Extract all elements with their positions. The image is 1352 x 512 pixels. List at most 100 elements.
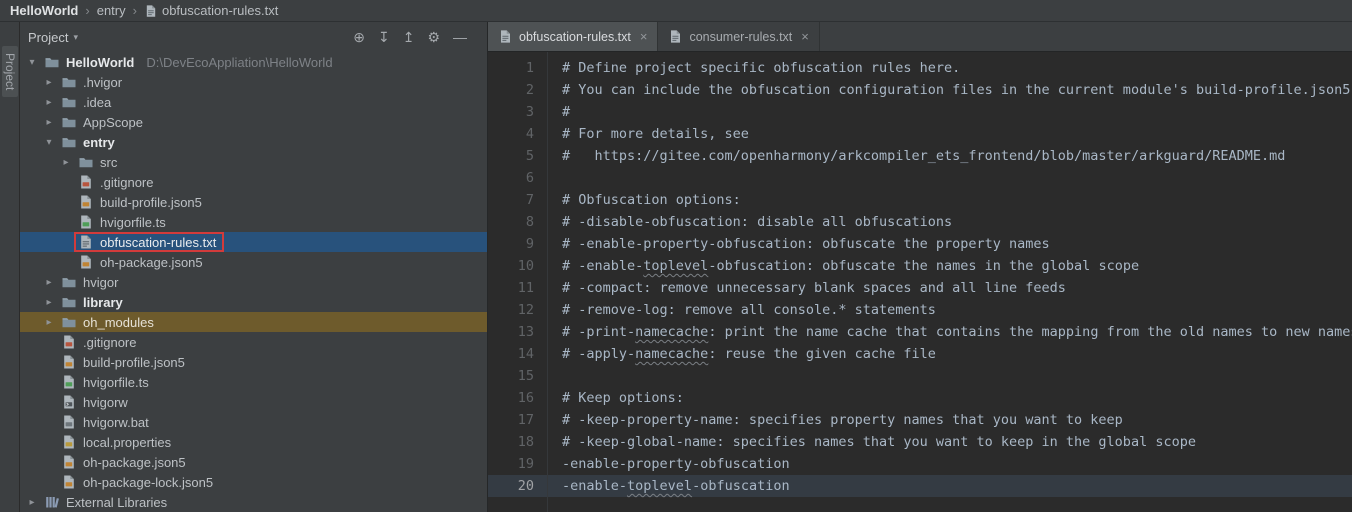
project-panel-header: Project ▾ ⊕ ↧ ↥ ⚙ — <box>20 22 487 52</box>
line-text: -enable-toplevel-obfuscation <box>548 475 790 497</box>
json-file-icon <box>61 454 77 470</box>
tree-item-idea[interactable]: ▸.idea <box>20 92 487 112</box>
tree-item-gitignore[interactable]: .gitignore <box>20 172 487 192</box>
tree-item-oh-package-json5[interactable]: oh-package.json5 <box>20 252 487 272</box>
line-number: 5 <box>488 145 548 167</box>
tree-item-hvigorfile-ts[interactable]: hvigorfile.ts <box>20 212 487 232</box>
tree-item-label: oh-package.json5 <box>100 255 203 270</box>
line-number: 12 <box>488 299 548 321</box>
breadcrumb-separator: › <box>133 3 137 18</box>
folder-icon <box>61 314 77 330</box>
chevron-collapsed-icon[interactable]: ▸ <box>58 157 74 168</box>
breadcrumb-item-entry[interactable]: entry <box>97 3 126 18</box>
properties-file-icon <box>61 434 77 450</box>
code-line-14: 14# -apply-namecache: reuse the given ca… <box>488 343 1352 365</box>
tree-item-label: hvigorfile.ts <box>83 375 149 390</box>
chevron-collapsed-icon[interactable]: ▸ <box>41 97 57 108</box>
tree-item-build-profile-json5[interactable]: build-profile.json5 <box>20 192 487 212</box>
tree-item-oh-package-json5[interactable]: oh-package.json5 <box>20 452 487 472</box>
tree-row-content: oh_modules <box>57 312 158 332</box>
editor-tab-obfuscation-rules-txt[interactable]: obfuscation-rules.txt× <box>488 22 658 51</box>
tree-item-src[interactable]: ▸src <box>20 152 487 172</box>
tree-item-label: obfuscation-rules.txt <box>100 235 216 250</box>
folder-icon <box>61 94 77 110</box>
code-line-17: 17# -keep-property-name: specifies prope… <box>488 409 1352 431</box>
shell-file-icon <box>61 394 77 410</box>
tree-item-label: build-profile.json5 <box>83 355 185 370</box>
code-line-19: 19-enable-property-obfuscation <box>488 453 1352 475</box>
line-number: 9 <box>488 233 548 255</box>
tree-item-hvigorfile-ts[interactable]: hvigorfile.ts <box>20 372 487 392</box>
tree-row-content: hvigor <box>57 272 122 292</box>
line-text: # -enable-toplevel-obfuscation: obfuscat… <box>548 255 1139 277</box>
line-number: 16 <box>488 387 548 409</box>
tree-row-content: hvigorfile.ts <box>74 212 170 232</box>
main-area: Project Project ▾ ⊕↧↥⚙— ▾HelloWorldD:\De… <box>0 22 1352 512</box>
line-text: # For more details, see <box>548 123 749 145</box>
chevron-collapsed-icon[interactable]: ▸ <box>24 497 40 508</box>
line-number: 1 <box>488 57 548 79</box>
line-number: 11 <box>488 277 548 299</box>
tree-item-label: oh-package-lock.json5 <box>83 475 213 490</box>
folder-icon <box>61 274 77 290</box>
chevron-collapsed-icon[interactable]: ▸ <box>41 117 57 128</box>
tree-row-content: AppScope <box>57 112 147 132</box>
tree-item-label: build-profile.json5 <box>100 195 202 210</box>
chevron-collapsed-icon[interactable]: ▸ <box>41 317 57 328</box>
tree-row-content: .gitignore <box>74 172 157 192</box>
tree-item-entry[interactable]: ▾entry <box>20 132 487 152</box>
editor-tab-consumer-rules-txt[interactable]: consumer-rules.txt × <box>658 22 819 51</box>
tree-item-hvigorw-bat[interactable]: hvigorw.bat <box>20 412 487 432</box>
tree-row-content: HelloWorldD:\DevEcoAppliation\HelloWorld <box>40 52 337 72</box>
code-content: 1# Define project specific obfuscation r… <box>488 57 1352 497</box>
chevron-expanded-icon[interactable]: ▾ <box>41 137 57 148</box>
tree-item-external-libraries[interactable]: ▸External Libraries <box>20 492 487 512</box>
gitignore-file-icon <box>61 334 77 350</box>
tree-item-local-properties[interactable]: local.properties <box>20 432 487 452</box>
tree-item-library[interactable]: ▸library <box>20 292 487 312</box>
tab-close-icon[interactable]: × <box>801 29 809 44</box>
tree-row-content: External Libraries <box>40 492 171 512</box>
settings-icon[interactable]: ⚙ <box>427 30 440 44</box>
tree-item-helloworld[interactable]: ▾HelloWorldD:\DevEcoAppliation\HelloWorl… <box>20 52 487 72</box>
tree-item-obfuscation-rules-txt[interactable]: obfuscation-rules.txt <box>20 232 487 252</box>
code-line-8: 8# -disable-obfuscation: disable all obf… <box>488 211 1352 233</box>
breadcrumb: HelloWorld›entry›obfuscation-rules.txt <box>0 0 1352 22</box>
tab-label: consumer-rules.txt <box>689 30 792 44</box>
project-stripe-button[interactable]: Project <box>2 46 18 97</box>
breadcrumb-item-helloworld[interactable]: HelloWorld <box>10 3 78 18</box>
tree-item-build-profile-json5[interactable]: build-profile.json5 <box>20 352 487 372</box>
chevron-expanded-icon[interactable]: ▾ <box>24 57 40 68</box>
tree-item-hvigor[interactable]: ▸.hvigor <box>20 72 487 92</box>
chevron-collapsed-icon[interactable]: ▸ <box>41 77 57 88</box>
project-view-selector[interactable]: Project ▾ <box>28 30 78 45</box>
line-number: 15 <box>488 365 548 387</box>
gitignore-file-icon <box>78 174 94 190</box>
folder-icon <box>61 74 77 90</box>
chevron-collapsed-icon[interactable]: ▸ <box>41 277 57 288</box>
tree-item-oh-package-lock-json5[interactable]: oh-package-lock.json5 <box>20 472 487 492</box>
code-line-4: 4# For more details, see <box>488 123 1352 145</box>
breadcrumb-item-obfuscation-rules-txt[interactable]: obfuscation-rules.txt <box>144 3 278 18</box>
chevron-collapsed-icon[interactable]: ▸ <box>41 297 57 308</box>
text-file-icon <box>668 29 683 44</box>
tree-item-hvigor[interactable]: ▸hvigor <box>20 272 487 292</box>
code-line-12: 12# -remove-log: remove all console.* st… <box>488 299 1352 321</box>
line-number: 13 <box>488 321 548 343</box>
tree-row-content: entry <box>57 132 119 152</box>
tree-item-gitignore[interactable]: .gitignore <box>20 332 487 352</box>
line-text: # You can include the obfuscation config… <box>548 79 1352 101</box>
locate-file-icon[interactable]: ⊕ <box>353 30 365 44</box>
expand-all-icon[interactable]: ↧ <box>378 30 390 44</box>
line-text <box>548 167 562 189</box>
collapse-all-icon[interactable]: ↥ <box>403 30 415 44</box>
tab-close-icon[interactable]: × <box>640 29 648 44</box>
tree-item-appscope[interactable]: ▸AppScope <box>20 112 487 132</box>
tree-item-oh-modules[interactable]: ▸oh_modules <box>20 312 487 332</box>
editor[interactable]: 1# Define project specific obfuscation r… <box>488 52 1352 512</box>
hide-panel-icon[interactable]: — <box>453 30 467 44</box>
line-text: # Obfuscation options: <box>548 189 741 211</box>
tree-item-hvigorw[interactable]: hvigorw <box>20 392 487 412</box>
code-line-7: 7# Obfuscation options: <box>488 189 1352 211</box>
folder-icon <box>61 294 77 310</box>
